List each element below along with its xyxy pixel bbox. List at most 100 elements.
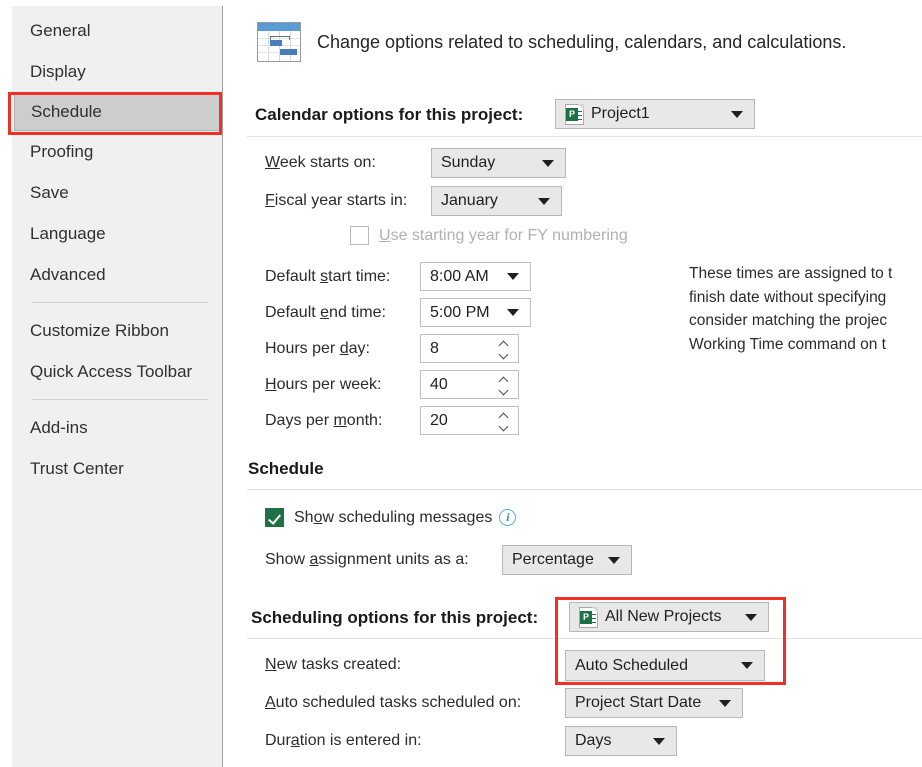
label-text: eek starts on: — [279, 154, 376, 171]
hours-per-week-label: Hours per week: — [265, 376, 382, 394]
auto-scheduled-tasks-on-dropdown[interactable]: Project Start Date — [565, 688, 743, 718]
sidebar-item-quick-access-toolbar[interactable]: Quick Access Toolbar — [12, 351, 222, 392]
chevron-down-icon — [507, 309, 519, 316]
stepper-up-icon[interactable] — [499, 341, 509, 346]
sidebar-item-advanced[interactable]: Advanced — [12, 254, 222, 295]
sidebar-item-label: Schedule — [31, 101, 102, 121]
default-end-time-dropdown[interactable]: 5:00 PM — [420, 298, 531, 327]
accesskey: s — [320, 268, 329, 285]
fiscal-year-starts-in-dropdown[interactable]: January — [431, 186, 562, 216]
scheduling-options-project-selector[interactable]: P All New Projects — [569, 602, 769, 632]
sidebar-item-label: Customize Ribbon — [30, 320, 169, 340]
stepper-down-icon[interactable] — [499, 424, 509, 429]
duration-entered-in-dropdown[interactable]: Days — [565, 726, 677, 756]
project-document-icon: P — [579, 606, 598, 628]
fy-numbering-checkbox-row: Use starting year for FY numbering — [350, 226, 628, 245]
new-tasks-created-label: New tasks created: — [265, 656, 401, 674]
label-text: Default — [265, 304, 321, 321]
default-start-time-dropdown[interactable]: 8:00 AM — [420, 262, 531, 291]
label-text: tion is entered in: — [299, 732, 422, 749]
sidebar-item-label: Advanced — [30, 264, 106, 284]
sidebar-item-schedule[interactable]: Schedule — [14, 92, 220, 131]
label-text: Sh — [294, 508, 314, 526]
stepper-down-icon[interactable] — [499, 388, 509, 393]
chevron-down-icon — [719, 699, 731, 707]
stepper-arrows[interactable] — [499, 341, 509, 357]
hours-per-week-stepper[interactable]: 40 — [420, 370, 519, 399]
new-tasks-created-dropdown[interactable]: Auto Scheduled — [565, 650, 765, 681]
label-text: ours per week: — [276, 376, 382, 393]
sidebar-item-trust-center[interactable]: Trust Center — [12, 448, 222, 489]
project-document-icon: P — [565, 103, 584, 125]
calendar-project-selector[interactable]: P Project1 — [555, 99, 755, 129]
stepper-up-icon[interactable] — [499, 377, 509, 382]
chevron-down-icon — [538, 197, 550, 205]
label-text: w scheduling messages — [322, 508, 493, 526]
section-separator — [247, 136, 922, 137]
sidebar-divider — [32, 302, 208, 303]
chevron-down-icon — [741, 662, 753, 669]
assignment-units-value: Percentage — [512, 551, 594, 568]
week-starts-on-dropdown[interactable]: Sunday — [431, 148, 566, 178]
options-dialog-screenshot: General Display Schedule Proofing Save L… — [0, 0, 922, 767]
sidebar-item-customize-ribbon[interactable]: Customize Ribbon — [12, 310, 222, 351]
stepper-arrows[interactable] — [499, 377, 509, 393]
accesskey: U — [379, 226, 391, 244]
label-text: nd time: — [329, 304, 386, 321]
label-text: onth: — [346, 412, 383, 429]
stepper-arrows[interactable] — [499, 413, 509, 429]
sidebar-item-label: Language — [30, 223, 106, 243]
sidebar-item-display[interactable]: Display — [12, 51, 222, 92]
accesskey: e — [320, 304, 330, 321]
sidebar-item-proofing[interactable]: Proofing — [12, 131, 222, 172]
sidebar-item-label: Proofing — [30, 141, 94, 161]
sidebar-item-language[interactable]: Language — [12, 213, 222, 254]
label-text: Show — [265, 551, 310, 568]
duration-entered-in-value: Days — [575, 732, 612, 749]
default-times-help-text: These times are assigned to t finish dat… — [689, 262, 892, 356]
week-starts-on-value: Sunday — [441, 154, 496, 171]
calendar-options-heading-text: Calendar options for this project: — [255, 105, 524, 124]
sidebar-item-general[interactable]: General — [12, 10, 222, 51]
sidebar-item-add-ins[interactable]: Add-ins — [12, 407, 222, 448]
stepper-down-icon[interactable] — [499, 352, 509, 357]
calendar-options-heading: Calendar options for this project: — [255, 105, 523, 125]
help-line: finish date without specifying — [689, 288, 887, 306]
label-text: ssignment units as a: — [318, 551, 469, 568]
label-text: se starting year for FY numbering — [390, 226, 628, 244]
sidebar-item-label: Trust Center — [30, 458, 124, 478]
hours-per-day-stepper[interactable]: 8 — [420, 334, 519, 363]
show-scheduling-messages-label: Show scheduling messages — [294, 509, 492, 527]
section-separator — [247, 489, 922, 490]
chevron-down-icon — [731, 110, 743, 118]
section-separator — [247, 638, 922, 639]
hours-per-day-value: 8 — [430, 339, 439, 357]
sidebar-item-label: Add-ins — [30, 417, 88, 437]
assignment-units-dropdown[interactable]: Percentage — [502, 545, 632, 575]
auto-scheduled-tasks-on-label: Auto scheduled tasks scheduled on: — [265, 694, 521, 712]
calendar-project-selector-value: Project1 — [591, 105, 650, 122]
days-per-month-label: Days per month: — [265, 412, 382, 430]
accesskey: H — [265, 376, 277, 393]
sidebar-item-label: General — [30, 20, 91, 40]
show-scheduling-messages-checkbox[interactable] — [265, 508, 284, 527]
label-text: uto scheduled tasks scheduled on: — [275, 694, 522, 711]
info-circle-icon[interactable]: i — [499, 509, 517, 526]
label-text: iscal year starts in: — [274, 192, 408, 209]
days-per-month-stepper[interactable]: 20 — [420, 406, 519, 435]
accesskey: N — [265, 656, 277, 673]
default-end-time-value: 5:00 PM — [430, 303, 490, 321]
help-line: Working Time command on t — [689, 335, 886, 353]
stepper-up-icon[interactable] — [499, 413, 509, 418]
default-start-time-label: Default start time: — [265, 268, 390, 286]
duration-entered-in-label: Duration is entered in: — [265, 732, 422, 750]
label-text: Hours per — [265, 340, 340, 357]
sidebar-item-save[interactable]: Save — [12, 172, 222, 213]
default-end-time-label: Default end time: — [265, 304, 386, 322]
label-text: Dur — [265, 732, 291, 749]
scheduling-options-heading: Scheduling options for this project: — [251, 608, 539, 627]
sidebar-item-label: Display — [30, 61, 86, 81]
label-text: ew tasks created: — [276, 656, 402, 673]
label-text: Days per — [265, 412, 334, 429]
options-main-pane: Change options related to scheduling, ca… — [223, 0, 922, 767]
